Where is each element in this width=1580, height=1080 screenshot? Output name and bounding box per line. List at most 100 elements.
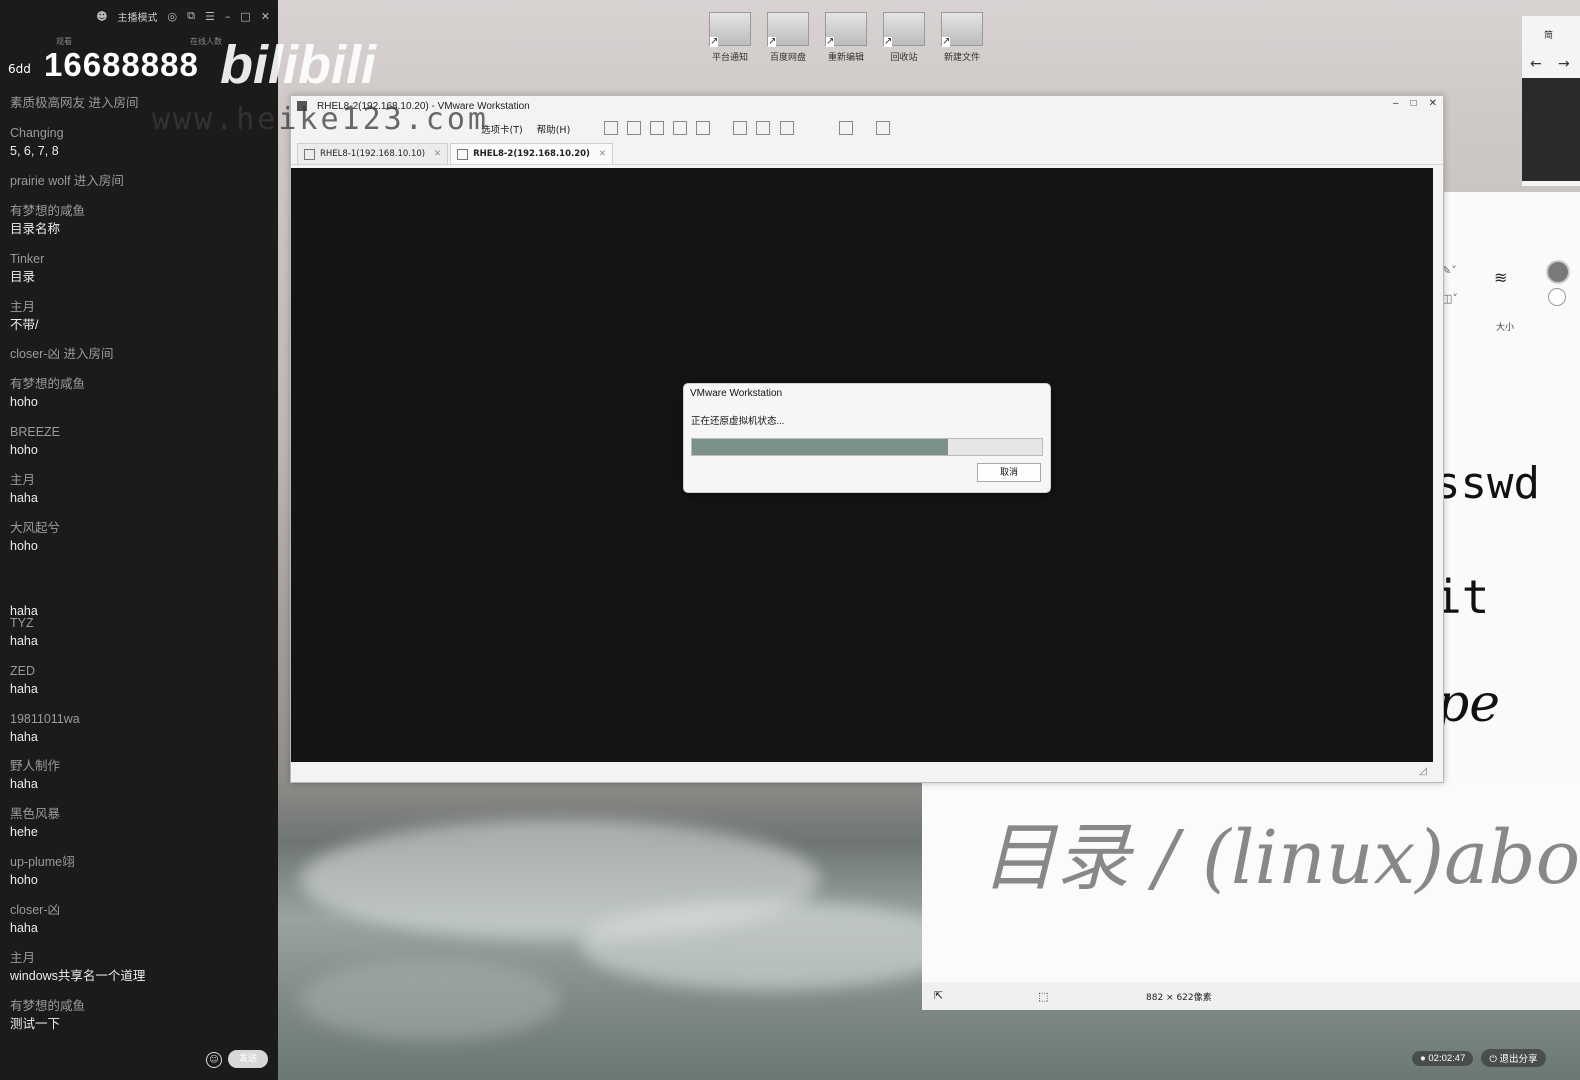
color-swatch-white[interactable] <box>1548 288 1566 306</box>
chat-text: 测试一下 <box>10 1017 61 1031</box>
maximize-icon[interactable]: □ <box>1411 98 1417 109</box>
chat-message: prairie wolf 进入房间 <box>10 172 124 190</box>
desktop-icon[interactable]: 新建文件 <box>932 12 992 63</box>
shortcut-icon <box>825 12 867 47</box>
manage-snapshots-icon[interactable] <box>696 120 711 135</box>
shortcut-icon <box>941 12 983 47</box>
restore-progress-bar <box>691 438 1043 456</box>
thumbnail-bar-icon[interactable] <box>756 120 771 135</box>
settings-icon[interactable]: ◎ <box>168 10 178 23</box>
tab-label: RHEL8-2(192.168.10.20) <box>473 149 590 159</box>
chat-message: 有梦想的咸鱼测试一下 <box>10 997 85 1033</box>
chat-username[interactable]: 黑色风暴 <box>10 805 60 823</box>
chat-message: Changing 5, 6, 7, 8 <box>10 124 64 160</box>
chat-username[interactable]: TYZ <box>10 614 38 632</box>
minimize-icon[interactable]: – <box>1393 98 1399 109</box>
chat-text: 5, 6, 7, 8 <box>10 144 59 158</box>
resize-grip-icon[interactable]: ◿ <box>1419 766 1427 777</box>
chat-text: hoho <box>10 873 38 887</box>
color-swatch-gray[interactable] <box>1546 260 1570 284</box>
forward-arrow-icon[interactable]: → <box>1558 56 1570 72</box>
mode-label[interactable]: 主播模式 <box>118 9 158 24</box>
size-label: 大小 <box>1496 323 1515 333</box>
wallpaper-mist <box>300 960 560 1040</box>
desktop-icon-label: 百度网盘 <box>769 52 806 62</box>
chat-username[interactable]: 有梦想的咸鱼 <box>10 997 85 1015</box>
desktop-icon[interactable]: 回收站 <box>874 12 934 63</box>
shape-icon[interactable]: ◫˅ <box>1442 292 1458 305</box>
chat-username[interactable]: BREEZE <box>10 423 60 441</box>
desktop-icon[interactable]: 百度网盘 <box>758 12 818 63</box>
tab-rhel8-2[interactable]: RHEL8-2(192.168.10.20) ✕ <box>450 143 613 164</box>
cancel-button[interactable]: 取消 <box>977 463 1041 482</box>
console-view-icon[interactable] <box>875 120 890 135</box>
unity-icon[interactable] <box>838 120 853 135</box>
chat-text: 不带/ <box>10 318 39 332</box>
pen-icon[interactable]: ✎˅ <box>1442 264 1457 277</box>
desktop-icon-label: 回收站 <box>890 52 918 62</box>
vmware-titlebar: RHEL8-2(192.168.10.20) - VMware Workstat… <box>291 96 1443 116</box>
system-notice: prairie wolf 进入房间 <box>10 174 124 188</box>
revert-snapshot-icon[interactable] <box>673 120 688 135</box>
pause-vm-icon[interactable] <box>604 120 619 135</box>
menu-icon[interactable]: ☰ <box>205 10 215 23</box>
chat-username[interactable]: 19811011wa <box>10 710 80 728</box>
chat-message: closer-凶 进入房间 <box>10 345 113 363</box>
vmware-statusbar: ◿ <box>291 764 1443 782</box>
snapshot-icon[interactable] <box>650 120 665 135</box>
close-icon[interactable]: ✕ <box>261 10 270 23</box>
chat-username[interactable]: 主月 <box>10 298 38 316</box>
image-dimensions: 882 × 622像素 <box>1146 993 1212 1003</box>
menu-tabs[interactable]: 选项卡(T) <box>481 122 523 136</box>
maximize-icon[interactable]: □ <box>240 10 250 23</box>
chat-message: ZED haha <box>10 662 38 698</box>
send-button[interactable]: 发送 <box>228 1050 268 1068</box>
chat-text: haha <box>10 634 38 648</box>
whiteboard-canvas[interactable]: ✎˅ ◫˅ ≋ 大小 sswd it pe <box>1434 192 1580 778</box>
close-tab-icon[interactable]: ✕ <box>434 144 441 164</box>
stroke-width-icon[interactable]: ≋ <box>1494 268 1507 287</box>
vm-tab-strip: RHEL8-1(192.168.10.10) ✕ RHEL8-2(192.168… <box>291 142 1443 165</box>
chat-username[interactable]: ZED <box>10 662 38 680</box>
share-icon[interactable]: ⧉ <box>187 9 195 23</box>
send-keys-icon[interactable] <box>627 120 642 135</box>
chat-message: TYZ haha <box>10 614 38 650</box>
shortcut-icon <box>883 12 925 47</box>
chat-message: 素质极高网友 进入房间 <box>10 94 138 112</box>
system-notice: 素质极高网友 进入房间 <box>10 96 139 110</box>
avatar-icon: ☻ <box>96 9 108 23</box>
desktop-icon-label: 重新编辑 <box>827 52 864 62</box>
chat-input-bar: ☺ 发送 <box>0 1044 278 1080</box>
chat-username[interactable]: 主月 <box>10 471 38 489</box>
chat-text: hoho <box>10 443 38 457</box>
chat-message: 主月 windows共享名一个道理 <box>10 949 145 985</box>
chat-username[interactable]: up-plume翊 <box>10 853 75 871</box>
desktop-icon[interactable]: 平台通知 <box>700 12 760 63</box>
chat-username[interactable]: 有梦想的咸鱼 <box>10 202 85 220</box>
paint-window[interactable]: 目录 / (linux)abo ⇱ ⬚ 882 × 622像素 <box>922 778 1580 1010</box>
share-time: 02:02:47 <box>1428 1052 1466 1064</box>
chat-username[interactable]: 有梦想的咸鱼 <box>10 375 85 393</box>
handwriting-annotation: 目录 / (linux)abo <box>982 815 1580 901</box>
chat-username[interactable]: 野人制作 <box>10 757 60 775</box>
chat-username[interactable]: 主月 <box>10 949 145 967</box>
tab-rhel8-1[interactable]: RHEL8-1(192.168.10.10) ✕ <box>297 143 449 164</box>
full-screen-icon[interactable] <box>779 120 794 135</box>
minimize-icon[interactable]: – <box>225 10 231 23</box>
emoji-icon[interactable]: ☺ <box>206 1052 222 1068</box>
chat-username[interactable]: Changing <box>10 124 64 142</box>
desktop-icon[interactable]: 重新编辑 <box>816 12 876 63</box>
chat-message: 野人制作 haha <box>10 757 60 793</box>
chat-username[interactable]: 大风起兮 <box>10 519 60 537</box>
back-arrow-icon[interactable]: ← <box>1530 56 1542 72</box>
menu-help[interactable]: 帮助(H) <box>537 122 571 136</box>
restore-progress-dialog: VMware Workstation 正在还原虚拟机状态... 取消 <box>683 383 1051 493</box>
chat-username[interactable]: Tinker <box>10 250 44 268</box>
close-tab-icon[interactable]: ✕ <box>599 144 606 164</box>
close-icon[interactable]: ✕ <box>1429 98 1437 109</box>
show-library-icon[interactable] <box>733 120 748 135</box>
whiteboard-text-line: pe <box>1436 674 1501 734</box>
tab-label: RHEL8-1(192.168.10.10) <box>320 149 426 159</box>
chat-username[interactable]: closer-凶 <box>10 901 60 919</box>
exit-share-button[interactable]: ⏻ 退出分享 <box>1481 1049 1546 1067</box>
